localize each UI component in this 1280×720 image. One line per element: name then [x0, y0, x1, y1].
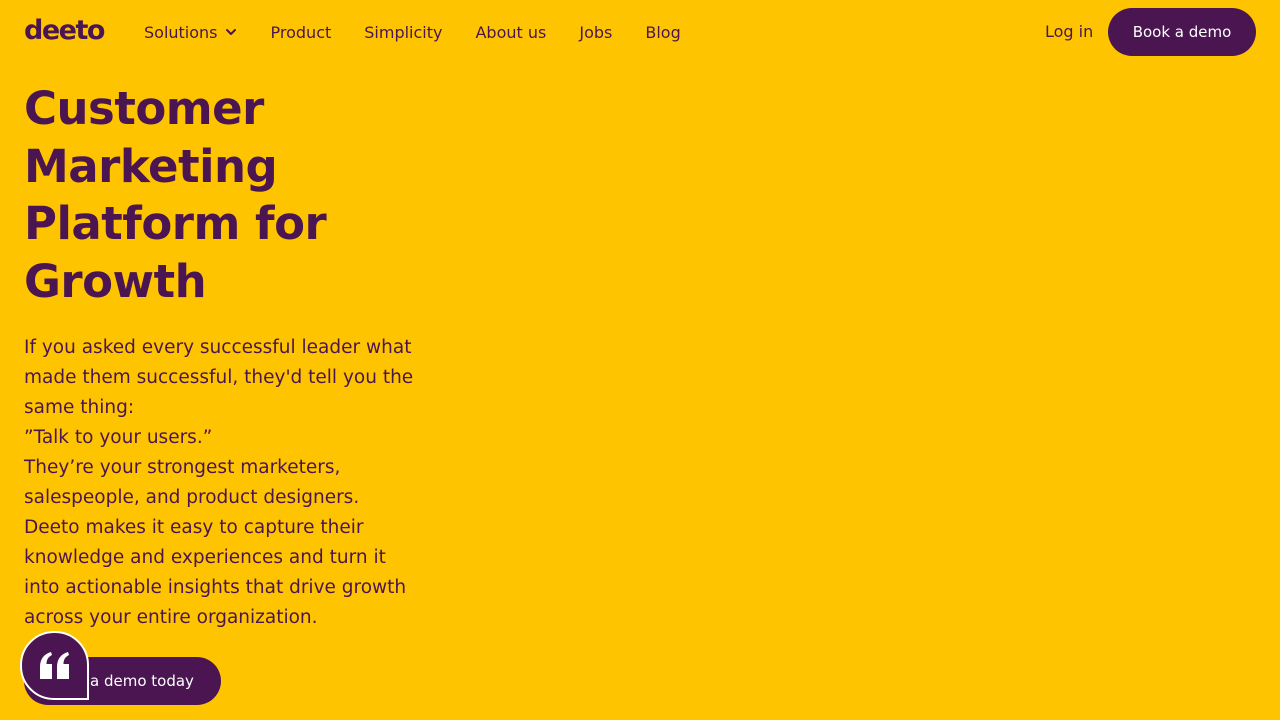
login-link[interactable]: Log in: [1045, 20, 1093, 44]
main-nav-links: Solutions Product Simplicity About us Jo…: [144, 20, 714, 44]
cta-label: a demo today: [90, 672, 194, 690]
hero-paragraph-intro: If you asked every successful leader wha…: [24, 337, 414, 418]
nav-item-solutions-label: Solutions: [144, 22, 218, 42]
nav-item-simplicity[interactable]: Simplicity: [364, 23, 442, 42]
top-navigation: deeto Solutions Product Simplicity About…: [0, 0, 1280, 64]
hero-title: Customer Marketing Platform for Growth: [24, 82, 327, 308]
chevron-down-icon: [225, 29, 236, 35]
nav-item-solutions[interactable]: Solutions: [144, 23, 238, 42]
quote-icon: [39, 651, 69, 679]
quote-widget-button[interactable]: [20, 631, 89, 700]
deeto-logo[interactable]: deeto: [24, 15, 105, 47]
nav-item-blog[interactable]: Blog: [645, 23, 680, 42]
book-demo-button[interactable]: Book a demo: [1108, 8, 1256, 56]
hero-paragraph-quote: ”Talk to your users.”: [24, 427, 213, 448]
hero-paragraph-details: They’re your strongest marketers, salesp…: [24, 457, 407, 628]
nav-item-about-us[interactable]: About us: [475, 23, 546, 42]
hero-description: If you asked every successful leader wha…: [24, 333, 414, 633]
nav-item-product[interactable]: Product: [271, 23, 332, 42]
nav-item-jobs[interactable]: Jobs: [579, 23, 612, 42]
